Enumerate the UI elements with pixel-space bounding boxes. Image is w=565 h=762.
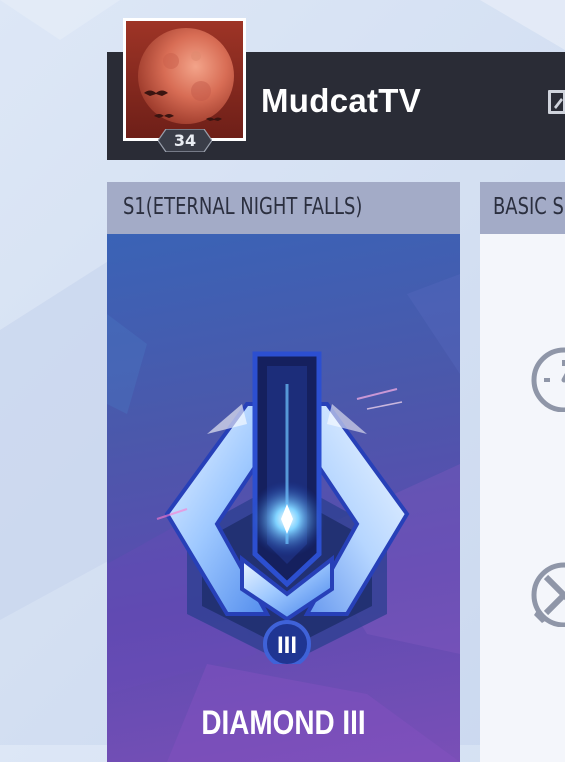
swords-icon <box>531 562 565 627</box>
season-title: S1(ETERNAL NIGHT FALLS) <box>123 194 363 220</box>
basic-stats-card[interactable]: BASIC S <box>480 182 565 762</box>
level-number: 34 <box>173 131 197 150</box>
speedometer-icon <box>531 347 565 412</box>
season-card-body: III DIAMOND III <box>107 234 460 762</box>
edit-icon[interactable] <box>546 87 565 117</box>
stats-card-header: BASIC S <box>480 182 565 234</box>
rank-name: DIAMOND III <box>201 704 366 742</box>
avatar[interactable] <box>123 18 246 141</box>
rank-division-label: III <box>276 632 297 659</box>
diamond-rank-emblem-icon <box>156 351 410 664</box>
season-card-header: S1(ETERNAL NIGHT FALLS) <box>107 182 460 234</box>
red-moon-avatar-icon <box>126 21 243 138</box>
player-name: MudcatTV <box>261 82 422 119</box>
stats-title: BASIC S <box>493 194 564 220</box>
season-rank-card[interactable]: S1(ETERNAL NIGHT FALLS) III DIAMOND III <box>107 182 460 762</box>
